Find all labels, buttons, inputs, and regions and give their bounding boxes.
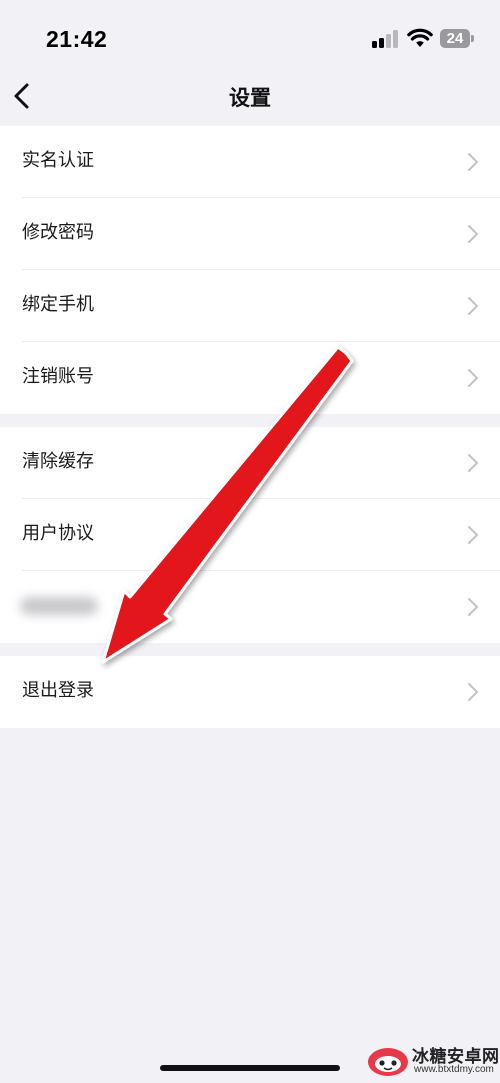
battery-tip xyxy=(471,35,474,42)
chevron-right-icon xyxy=(468,297,478,315)
cellular-signal-icon xyxy=(372,30,400,48)
logout-group: 退出登录 xyxy=(0,656,500,728)
watermark-logo-icon xyxy=(368,1048,408,1076)
menu-item-real-name-verification[interactable]: 实名认证 xyxy=(0,126,500,198)
logout-button[interactable]: 退出登录 xyxy=(0,656,500,728)
status-bar: 21:42 24 xyxy=(0,0,500,70)
chevron-right-icon xyxy=(468,369,478,387)
menu-item-label: 实名认证 xyxy=(22,150,94,171)
menu-item-label: 退出登录 xyxy=(22,680,94,701)
wifi-icon xyxy=(407,28,433,47)
account-settings-group: 实名认证 修改密码 绑定手机 注销账号 xyxy=(0,126,500,414)
navigation-bar: 设置 xyxy=(0,70,500,126)
menu-item-change-password[interactable]: 修改密码 xyxy=(0,198,500,270)
menu-item-user-agreement[interactable]: 用户协议 xyxy=(0,499,500,571)
app-settings-group: 清除缓存 用户协议 xyxy=(0,427,500,643)
chevron-right-icon xyxy=(468,225,478,243)
battery-level: 24 xyxy=(440,29,470,48)
menu-item-label: 修改密码 xyxy=(22,222,94,243)
watermark-url: www.btxtdmy.com xyxy=(414,1064,494,1075)
menu-item-clear-cache[interactable]: 清除缓存 xyxy=(0,427,500,499)
chevron-right-icon xyxy=(468,454,478,472)
status-time: 21:42 xyxy=(46,26,108,52)
settings-screen: 21:42 24 设置 实名认证 修改密码 绑定手机 注销账号 清除缓存 用户协… xyxy=(0,0,500,1083)
chevron-right-icon xyxy=(468,526,478,544)
menu-item-label: 用户协议 xyxy=(22,523,94,544)
menu-item-delete-account[interactable]: 注销账号 xyxy=(0,342,500,414)
menu-item-bind-phone[interactable]: 绑定手机 xyxy=(0,270,500,342)
chevron-right-icon xyxy=(468,598,478,616)
blurred-label xyxy=(20,597,98,615)
page-title: 设置 xyxy=(229,86,271,110)
menu-item-label: 注销账号 xyxy=(22,366,94,387)
menu-item-label: 清除缓存 xyxy=(22,451,94,472)
home-indicator xyxy=(160,1065,340,1071)
menu-item-label: 绑定手机 xyxy=(22,294,94,315)
menu-item-blurred[interactable] xyxy=(0,571,500,643)
chevron-right-icon xyxy=(468,683,478,701)
chevron-right-icon xyxy=(468,153,478,171)
site-watermark: 冰糖安卓网 www.btxtdmy.com xyxy=(366,1040,499,1080)
